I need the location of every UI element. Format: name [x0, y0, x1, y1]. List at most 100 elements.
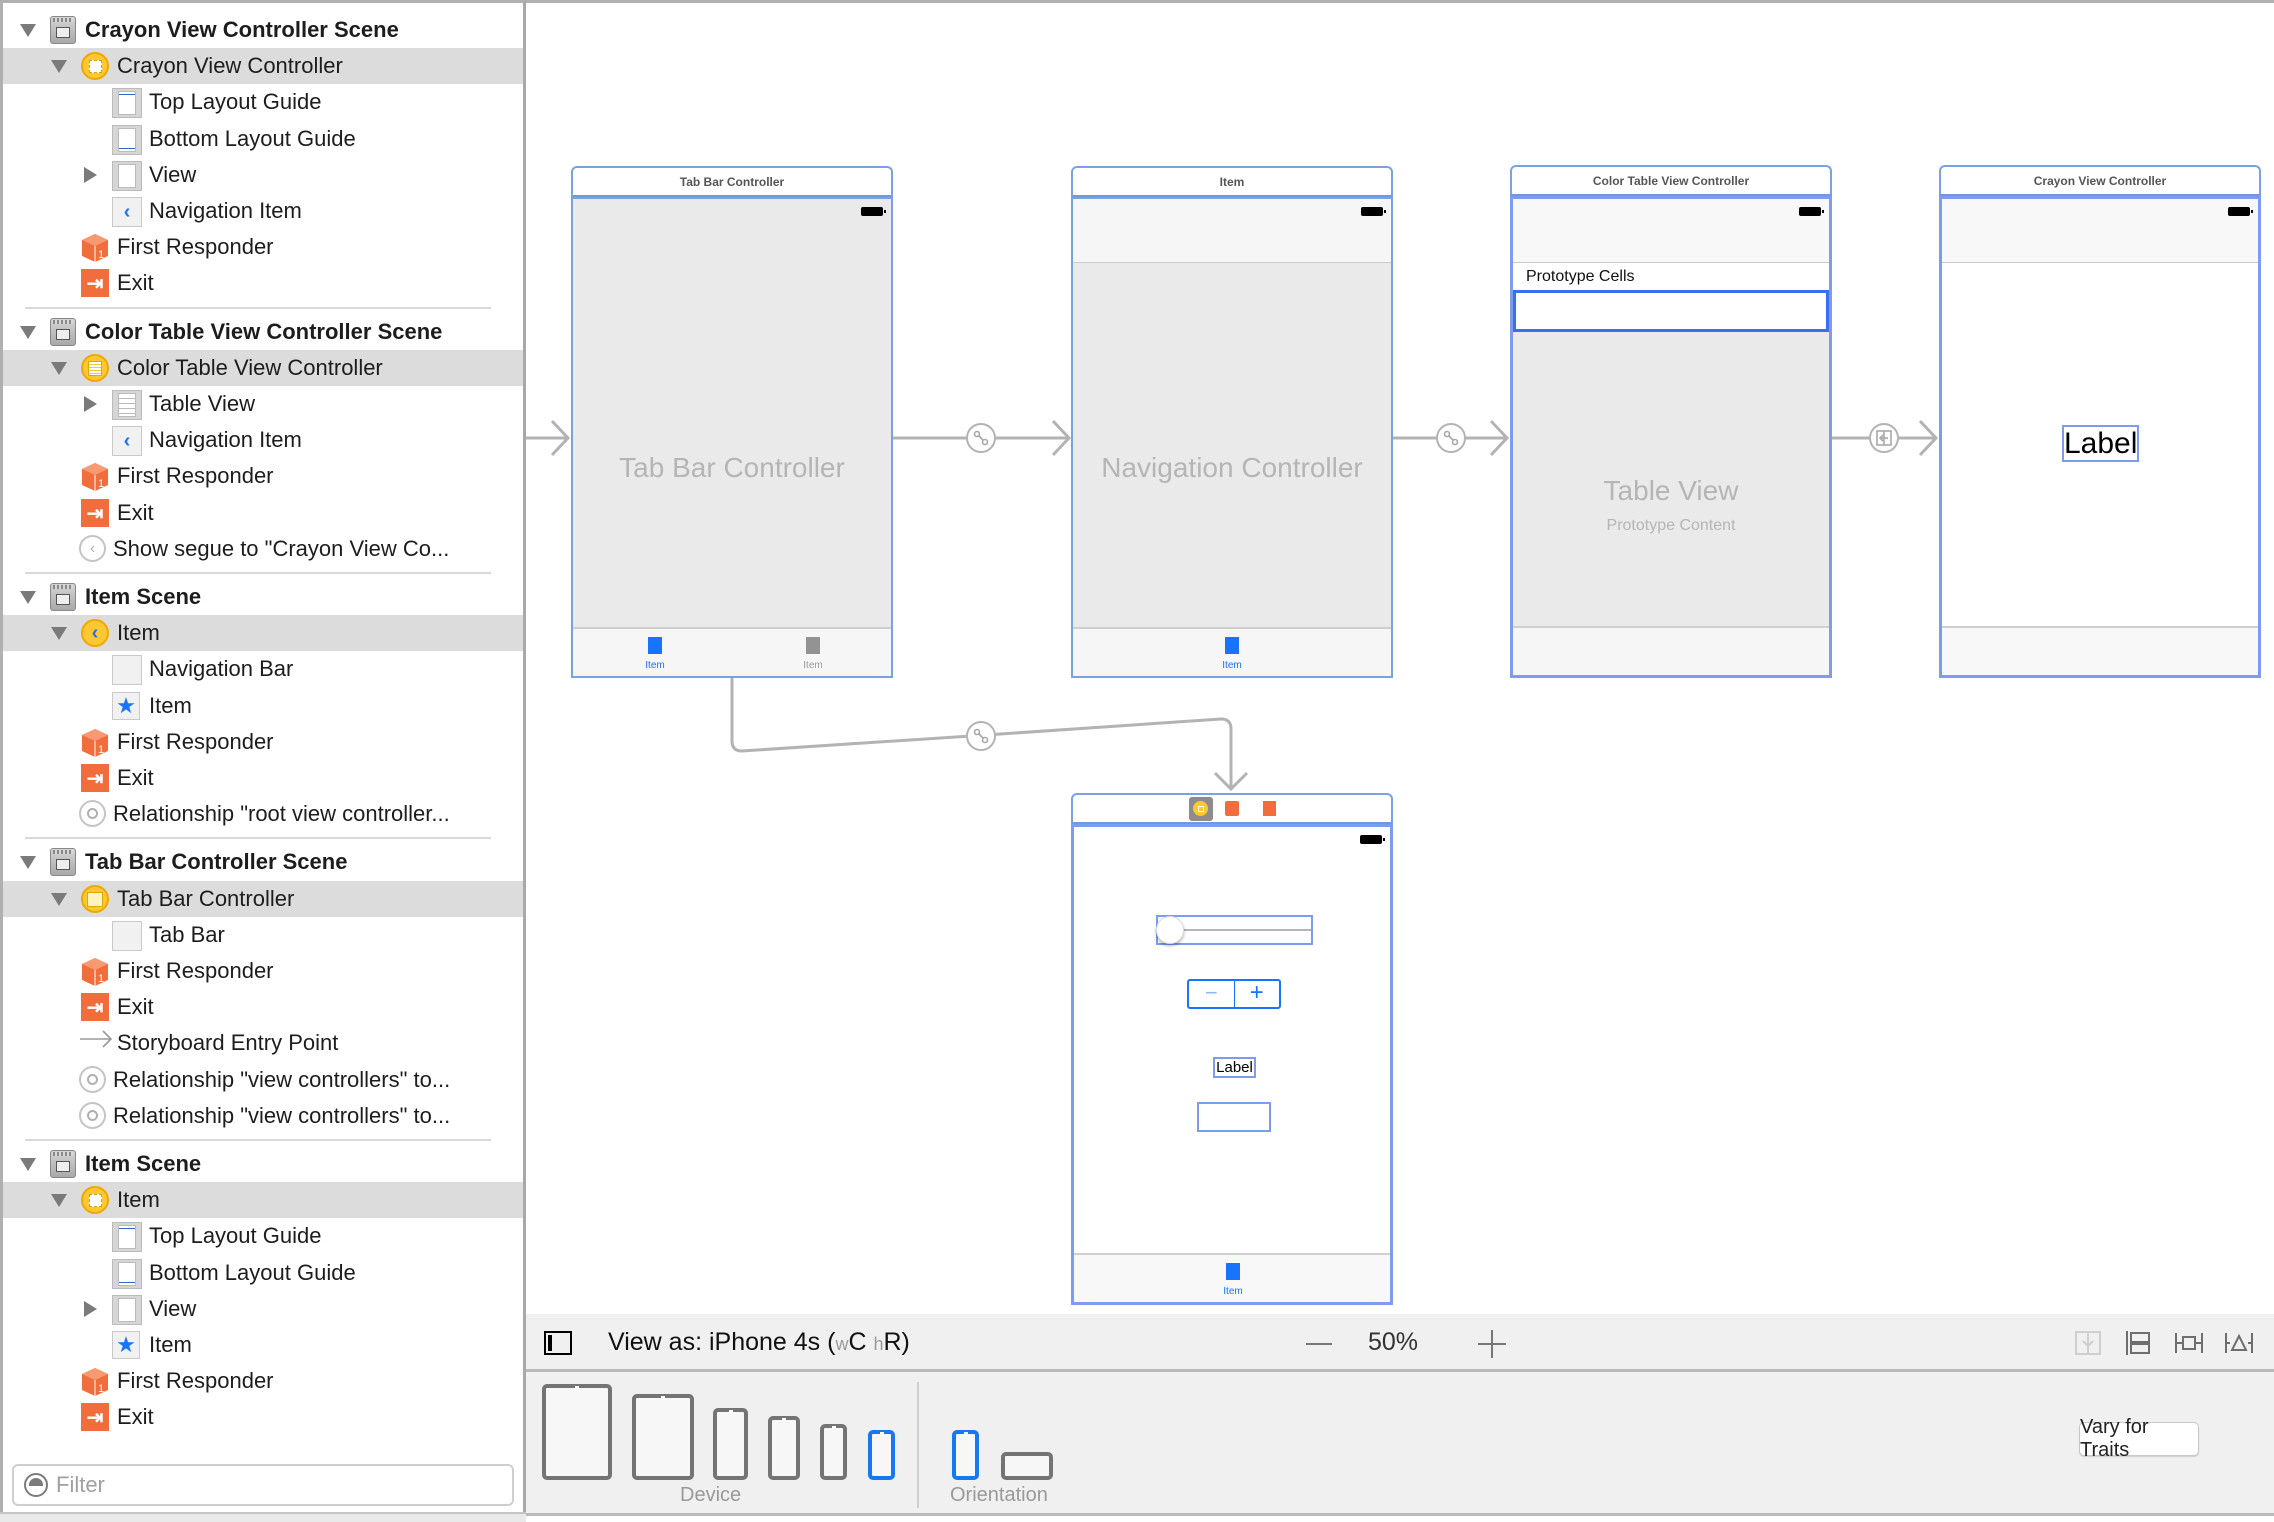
- outline-segue[interactable]: Relationship "view controllers" to...: [3, 1098, 523, 1134]
- outline-exit[interactable]: ⇥ Exit: [3, 760, 523, 796]
- outline-first-responder[interactable]: 1 First Responder: [3, 724, 523, 760]
- outline-scene-header[interactable]: Crayon View Controller Scene: [3, 12, 523, 48]
- outline-item[interactable]: Bottom Layout Guide: [3, 1255, 523, 1291]
- outline-scene-header[interactable]: Item Scene: [3, 1146, 523, 1182]
- device-ipad-icon[interactable]: [632, 1394, 694, 1480]
- orientation-portrait-icon[interactable]: [952, 1430, 979, 1480]
- outline-exit[interactable]: ⇥ Exit: [3, 1399, 523, 1435]
- view-controller-dock-icon[interactable]: [1188, 796, 1213, 821]
- outline-entry-point[interactable]: Storyboard Entry Point: [3, 1025, 523, 1061]
- scene-dock[interactable]: [1071, 793, 1393, 824]
- color-view[interactable]: [1197, 1102, 1271, 1132]
- scene-title[interactable]: Tab Bar Controller: [571, 166, 893, 197]
- outline-item[interactable]: Top Layout Guide: [3, 84, 523, 120]
- device-iphone-icon[interactable]: [768, 1416, 800, 1480]
- disclosure-expanded-icon[interactable]: [20, 1158, 36, 1171]
- filter-input[interactable]: [56, 1472, 496, 1498]
- outline-first-responder[interactable]: 1 First Responder: [3, 458, 523, 494]
- outline-segue[interactable]: Relationship "root view controller...: [3, 796, 523, 832]
- value-label[interactable]: Label: [1213, 1057, 1256, 1078]
- outline-segue[interactable]: ‹ Show segue to "Crayon View Co...: [3, 531, 523, 567]
- outline-item[interactable]: Navigation Bar: [3, 651, 523, 687]
- outline-view-controller[interactable]: ‹ Item: [3, 615, 523, 651]
- device-iphone-plus-icon[interactable]: [713, 1408, 748, 1480]
- outline-segue[interactable]: Relationship "view controllers" to...: [3, 1062, 523, 1098]
- stepper-minus[interactable]: −: [1189, 981, 1235, 1007]
- disclosure-expanded-icon[interactable]: [51, 627, 67, 640]
- disclosure-expanded-icon[interactable]: [51, 60, 67, 73]
- scene-tab-bar-controller[interactable]: Tab Bar Controller Tab Bar Controller It…: [571, 166, 893, 678]
- outline-scene-header[interactable]: Color Table View Controller Scene: [3, 314, 523, 350]
- outline-item[interactable]: ‹ Navigation Item: [3, 422, 523, 458]
- disclosure-collapsed-icon[interactable]: [84, 167, 97, 183]
- outline-item[interactable]: ★ Item: [3, 1327, 523, 1363]
- outline-item[interactable]: Tab Bar: [3, 917, 523, 953]
- outline-view-controller[interactable]: Crayon View Controller: [3, 48, 523, 84]
- outline-item[interactable]: View: [3, 157, 523, 193]
- view-as-title[interactable]: View as: iPhone 4s (wC hR): [608, 1328, 910, 1357]
- orientation-landscape-icon[interactable]: [1001, 1452, 1053, 1480]
- storyboard-canvas[interactable]: Tab Bar Controller Tab Bar Controller It…: [526, 0, 2274, 1314]
- disclosure-expanded-icon[interactable]: [20, 856, 36, 869]
- toggle-outline-button[interactable]: [544, 1331, 572, 1355]
- outline-item[interactable]: Top Layout Guide: [3, 1218, 523, 1254]
- disclosure-collapsed-icon[interactable]: [84, 1301, 97, 1317]
- scene-screen[interactable]: − + Label Item: [1071, 824, 1393, 1305]
- disclosure-expanded-icon[interactable]: [51, 362, 67, 375]
- outline-item[interactable]: View: [3, 1291, 523, 1327]
- outline-item[interactable]: Bottom Layout Guide: [3, 121, 523, 157]
- disclosure-collapsed-icon[interactable]: [84, 396, 97, 412]
- show-segue-badge[interactable]: [1869, 423, 1899, 453]
- tab-bar[interactable]: Item Item: [573, 627, 891, 676]
- disclosure-expanded-icon[interactable]: [20, 24, 36, 37]
- crayon-label[interactable]: Label: [2062, 425, 2139, 462]
- pin-icon[interactable]: [2174, 1329, 2204, 1357]
- relationship-segue-badge[interactable]: [966, 721, 996, 751]
- disclosure-expanded-icon[interactable]: [51, 893, 67, 906]
- outline-first-responder[interactable]: 1 First Responder: [3, 953, 523, 989]
- outline-view-controller[interactable]: Item: [3, 1182, 523, 1218]
- tab-bar[interactable]: Item: [1073, 627, 1391, 676]
- zoom-out-button[interactable]: [1306, 1343, 1332, 1345]
- tab-bar[interactable]: [1942, 626, 2258, 675]
- scene-title[interactable]: Color Table View Controller: [1510, 165, 1832, 196]
- tab-bar[interactable]: Item: [1074, 1253, 1390, 1302]
- scene-color-table-view-controller[interactable]: Color Table View Controller Prototype Ce…: [1510, 165, 1832, 678]
- relationship-segue-badge[interactable]: [966, 423, 996, 453]
- prototype-cell[interactable]: [1513, 290, 1829, 332]
- disclosure-expanded-icon[interactable]: [20, 591, 36, 604]
- navigation-bar[interactable]: [1942, 199, 2258, 263]
- stepper[interactable]: − +: [1187, 979, 1281, 1009]
- outline-first-responder[interactable]: 1 First Responder: [3, 229, 523, 265]
- zoom-in-button[interactable]: [1478, 1330, 1506, 1358]
- vary-for-traits-button[interactable]: Vary for Traits: [2079, 1416, 2199, 1461]
- scene-screen[interactable]: Label: [1939, 196, 2261, 678]
- device-iphone-se-icon[interactable]: [820, 1424, 847, 1480]
- align-icon[interactable]: [2124, 1329, 2154, 1357]
- resolve-issues-icon[interactable]: [2224, 1329, 2254, 1357]
- outline-item[interactable]: Table View: [3, 386, 523, 422]
- outline-filter[interactable]: [12, 1464, 514, 1506]
- slider[interactable]: [1156, 915, 1313, 945]
- scene-crayon-view-controller[interactable]: Crayon View Controller Label: [1939, 165, 2261, 678]
- navigation-bar[interactable]: [1073, 199, 1391, 263]
- scene-item[interactable]: − + Label Item: [1071, 793, 1393, 1305]
- scene-screen[interactable]: Prototype Cells Table View Prototype Con…: [1510, 196, 1832, 678]
- outline-item[interactable]: ‹ Navigation Item: [3, 193, 523, 229]
- outline-exit[interactable]: ⇥ Exit: [3, 495, 523, 531]
- outline-view-controller[interactable]: Tab Bar Controller: [3, 881, 523, 917]
- device-ipad-pro-12-icon[interactable]: [542, 1384, 612, 1480]
- scene-screen[interactable]: Tab Bar Controller Item Item: [571, 197, 893, 678]
- navigation-bar[interactable]: [1513, 199, 1829, 263]
- outline-scene-header[interactable]: Tab Bar Controller Scene: [3, 844, 523, 880]
- stepper-plus[interactable]: +: [1235, 981, 1280, 1007]
- exit-dock-icon[interactable]: [1262, 801, 1276, 816]
- tab-bar-item[interactable]: Item: [783, 637, 843, 671]
- outline-exit[interactable]: ⇥ Exit: [3, 265, 523, 301]
- tab-bar-item[interactable]: Item: [625, 637, 685, 671]
- first-responder-dock-icon[interactable]: [1224, 801, 1239, 816]
- scene-title[interactable]: Item: [1071, 166, 1393, 197]
- scene-screen[interactable]: Navigation Controller Item: [1071, 197, 1393, 678]
- slider-thumb[interactable]: [1156, 916, 1184, 944]
- outline-item[interactable]: ★ Item: [3, 688, 523, 724]
